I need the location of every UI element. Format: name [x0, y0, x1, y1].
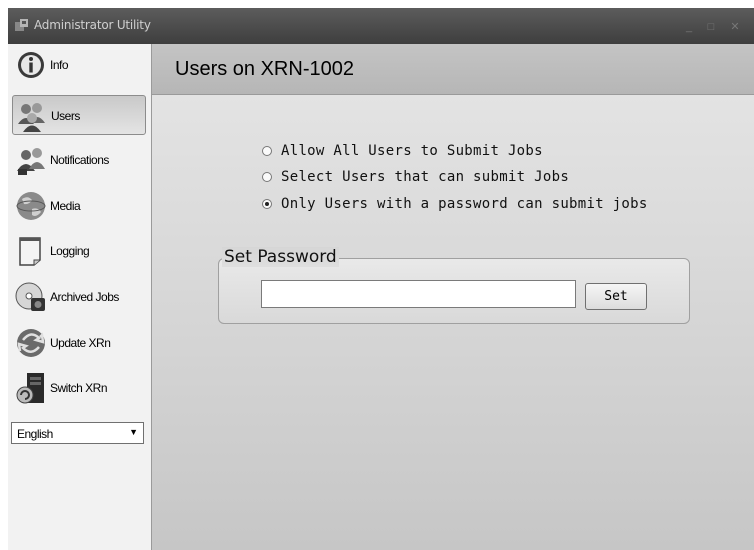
logging-notepad-icon: [19, 237, 41, 266]
media-globe-icon: [16, 192, 46, 220]
window-title: Administrator Utility: [34, 18, 151, 32]
close-button[interactable]: ✕: [726, 20, 744, 34]
language-value: English: [17, 427, 53, 441]
page-header: Users on XRN-1002: [152, 44, 754, 95]
password-input[interactable]: [261, 280, 576, 308]
sidebar-item-logging[interactable]: Logging: [12, 231, 146, 271]
sidebar-item-notifications[interactable]: Notifications: [12, 140, 146, 180]
title-bar: Administrator Utility _ □ ✕: [8, 8, 754, 44]
switch-icon: [16, 373, 44, 404]
sidebar-item-label: Media: [50, 199, 81, 213]
chevron-down-icon: ▼: [129, 427, 138, 437]
update-icon: [17, 329, 45, 357]
page-title: Users on XRN-1002: [175, 58, 354, 80]
notifications-icon: [17, 148, 45, 175]
set-password-title: Set Password: [222, 247, 339, 267]
sidebar-item-archived-jobs[interactable]: Archived Jobs: [12, 277, 146, 317]
sidebar-item-label: Switch XRn: [50, 381, 108, 395]
sidebar-item-info[interactable]: Info: [12, 45, 146, 85]
archived-jobs-disc-icon: [15, 282, 45, 311]
maximize-button[interactable]: □: [702, 20, 720, 34]
sidebar-item-users[interactable]: Users: [12, 95, 146, 135]
radio-label: Only Users with a password can submit jo…: [281, 196, 648, 212]
minimize-button[interactable]: _: [680, 20, 698, 34]
set-button[interactable]: Set: [585, 283, 647, 310]
radio-button[interactable]: [262, 146, 272, 156]
sidebar-item-switch-xrn[interactable]: Switch XRn: [12, 368, 146, 408]
sidebar: Info Users Notifications Media Logging A…: [8, 44, 152, 550]
sidebar-item-label: Logging: [50, 244, 90, 258]
sidebar-item-update-xrn[interactable]: Update XRn: [12, 323, 146, 363]
app-icon: [15, 19, 28, 31]
radio-label: Allow All Users to Submit Jobs: [281, 143, 543, 159]
sidebar-item-label: Notifications: [50, 153, 109, 167]
users-icon: [18, 103, 45, 132]
sidebar-item-label: Update XRn: [50, 336, 111, 350]
sidebar-item-label: Users: [51, 109, 80, 123]
radio-button[interactable]: [262, 199, 272, 209]
sidebar-item-label: Info: [50, 58, 69, 72]
sidebar-item-media[interactable]: Media: [12, 186, 146, 226]
radio-label: Select Users that can submit Jobs: [281, 169, 570, 185]
language-dropdown[interactable]: English ▼: [11, 422, 144, 444]
sidebar-item-label: Archived Jobs: [50, 290, 119, 304]
info-icon: [18, 52, 44, 78]
main-panel: Users on XRN-1002 Allow All Users to Sub…: [152, 44, 754, 550]
radio-button[interactable]: [262, 172, 272, 182]
app-window: Administrator Utility _ □ ✕ Info Users N…: [8, 8, 754, 550]
